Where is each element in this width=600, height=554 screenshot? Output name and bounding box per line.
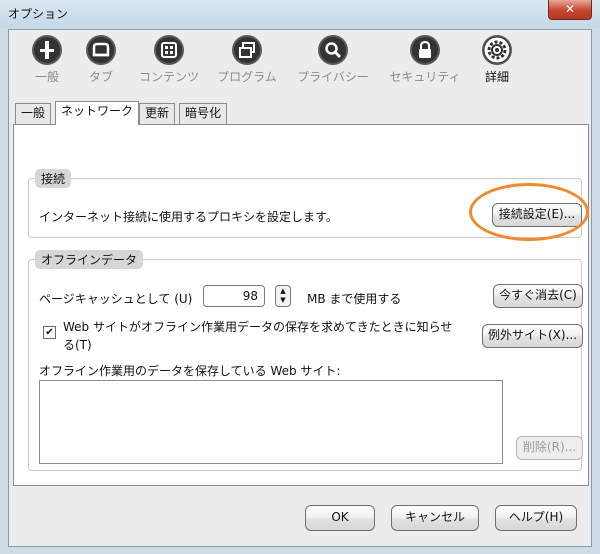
notify-label-line1: Web サイトがオフライン作業用データの保存を求めてきたときに知らせ (63, 320, 453, 334)
title-bar: オプション ✕ (0, 0, 600, 28)
network-panel: 接続 インターネット接続に使用するプロキシを設定します。 接続設定(E)... … (13, 124, 589, 486)
clear-now-button[interactable]: 今すぐ消去(C) (493, 284, 583, 308)
connection-settings-button[interactable]: 接続設定(E)... (492, 203, 582, 227)
connection-heading: 接続 (35, 169, 72, 188)
toolbar-item-advanced[interactable]: 詳細 (477, 34, 517, 85)
cache-label: ページキャッシュとして (U) (39, 292, 193, 306)
privacy-icon (318, 35, 348, 65)
toolbar-item-tabs[interactable]: タブ (81, 34, 121, 85)
cancel-button[interactable]: キャンセル (391, 505, 479, 531)
ok-button[interactable]: OK (305, 505, 375, 531)
connection-description: インターネット接続に使用するプロキシを設定します。 (39, 210, 338, 224)
delete-site-button[interactable]: 削除(R)... (516, 436, 583, 460)
toolbar-item-content[interactable]: コンテンツ (137, 34, 201, 85)
connection-group: 接続 インターネット接続に使用するプロキシを設定します。 接続設定(E)... (28, 169, 582, 238)
close-button[interactable]: ✕ (548, 0, 592, 20)
switch-icon (32, 35, 62, 65)
window-title: オプション (8, 7, 69, 21)
chevron-down-icon: ▼ (280, 296, 286, 304)
content-icon (154, 35, 184, 65)
toolbar-item-programs[interactable]: プログラム (213, 34, 281, 85)
cache-size-stepper[interactable]: ▲ ▼ (275, 285, 291, 307)
offline-data-group: オフラインデータ ページキャッシュとして (U) 98 ▲ ▼ MB まで使用す… (28, 250, 583, 471)
cache-size-input[interactable]: 98 (203, 285, 265, 307)
notify-checkbox[interactable]: ✔ (43, 326, 56, 339)
cache-unit-label: MB まで使用する (307, 292, 402, 306)
toolbar-item-general[interactable]: 一般 (27, 34, 67, 85)
sites-label: オフライン作業用のデータを保存している Web サイト: (39, 364, 341, 378)
checkmark-icon: ✔ (45, 327, 54, 338)
offline-sites-list[interactable] (39, 380, 503, 464)
programs-icon (232, 35, 262, 65)
lock-icon (410, 35, 440, 65)
tab-network[interactable]: ネットワーク (55, 101, 140, 125)
exceptions-button[interactable]: 例外サイト(X)... (482, 324, 583, 348)
help-button[interactable]: ヘルプ(H) (495, 505, 577, 531)
tab-icon (86, 35, 116, 65)
chevron-up-icon: ▲ (280, 287, 286, 295)
offline-heading: オフラインデータ (35, 250, 144, 269)
tab-encryption[interactable]: 暗号化 (179, 103, 228, 124)
notify-label-line2: る(T) (63, 338, 92, 352)
tab-update[interactable]: 更新 (139, 103, 176, 124)
toolbar-item-privacy[interactable]: プライバシー (295, 34, 371, 85)
toolbar-item-security[interactable]: セキュリティ (387, 34, 463, 85)
close-icon: ✕ (564, 2, 576, 16)
options-toolbar: 一般 タブ コンテンツ プログラム プライバシー セキュリティ 詳細 (9, 30, 591, 94)
gear-icon (482, 35, 512, 65)
dialog-body: 一般 タブ コンテンツ プログラム プライバシー セキュリティ 詳細 一般 ネッ… (8, 29, 592, 547)
tab-general[interactable]: 一般 (15, 103, 52, 124)
